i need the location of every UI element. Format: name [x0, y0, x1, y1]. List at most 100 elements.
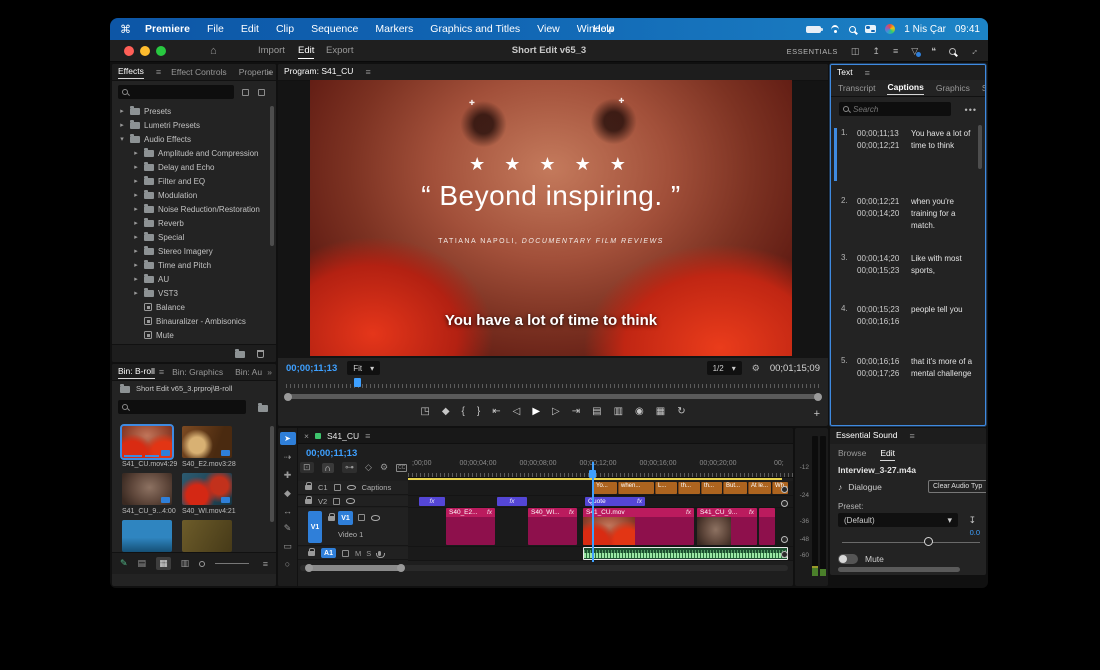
extract-button[interactable]: ▥: [614, 406, 623, 417]
hand-tool[interactable]: ○: [285, 559, 290, 569]
freeform-view-icon[interactable]: ▥: [181, 558, 190, 569]
add-marker-icon[interactable]: ◇: [365, 462, 372, 473]
panel-menu-icon[interactable]: ≡: [865, 68, 870, 78]
clip-name[interactable]: S40_E2.mov: [182, 461, 222, 468]
list-view-icon[interactable]: ▤: [138, 558, 147, 569]
linked-selection-toggle[interactable]: ⊶: [342, 462, 358, 473]
clip-thumbnail[interactable]: [182, 473, 232, 505]
apple-menu-icon[interactable]: ⌘: [120, 23, 131, 36]
effects-tree-item[interactable]: ▾ Audio Effects: [112, 132, 276, 146]
play-button[interactable]: ▶: [532, 406, 540, 417]
workspace-label[interactable]: ESSENTIALS: [787, 47, 838, 56]
nested-sequence-toggle[interactable]: ⊡: [300, 462, 314, 473]
effects-tree-item[interactable]: ▸ Stereo Imagery: [112, 244, 276, 258]
graphic-clip[interactable]: fx: [419, 497, 445, 506]
scrollbar-knob[interactable]: [397, 564, 405, 572]
caption-clip[interactable]: when...: [618, 482, 654, 494]
clip-thumbnail[interactable]: [122, 520, 172, 552]
chevron-icon[interactable]: ▸: [132, 233, 140, 241]
a1-track[interactable]: [408, 547, 793, 561]
sync-lock-icon[interactable]: [342, 549, 349, 557]
chevron-icon[interactable]: ▸: [132, 149, 140, 157]
program-scrollbar[interactable]: [284, 392, 822, 401]
caption-list-item[interactable]: 5. 00;00;16;16 00;00;17;26 that it's more…: [841, 356, 977, 380]
v1-track[interactable]: S40_E2... fx S40_WI... fx S41_CU.mov fx S41…: [408, 508, 793, 547]
solo-track-button[interactable]: S: [366, 549, 371, 558]
tab-effect-controls[interactable]: Effect Controls: [171, 67, 227, 77]
preset-dropdown[interactable]: (Default) ▾: [838, 513, 958, 527]
program-current-timecode[interactable]: 00;00;11;13: [286, 363, 337, 374]
bin-scrollbar[interactable]: [270, 426, 274, 522]
status-app-icon[interactable]: [885, 24, 896, 34]
sync-lock-icon[interactable]: [333, 497, 341, 505]
go-to-in-button[interactable]: ⇤: [492, 406, 500, 417]
caption-text[interactable]: that it's more of a mental challenge: [911, 356, 977, 380]
tab-overflow[interactable]: S4: [982, 83, 985, 93]
v1-track-header[interactable]: V1 V1 Video 1: [298, 508, 408, 546]
chevron-icon[interactable]: ▸: [132, 275, 140, 283]
captions-search-input[interactable]: [853, 104, 947, 114]
track-visibility-eye-icon[interactable]: [346, 484, 356, 491]
effects-search-input[interactable]: [132, 87, 230, 97]
scrollbar-knob[interactable]: [284, 392, 292, 401]
zoom-slider-handle[interactable]: [199, 560, 206, 567]
caption-track[interactable]: Yo... when... L... th... th... But... At…: [408, 481, 793, 496]
source-patch-v1[interactable]: V1: [308, 511, 322, 543]
menubar-time[interactable]: 09:41: [955, 24, 980, 35]
chevron-icon[interactable]: ▸: [132, 261, 140, 269]
effects-tree-item[interactable]: Balance: [112, 300, 276, 314]
tab-sequence[interactable]: S41_CU: [327, 431, 359, 441]
effects-scrollbar[interactable]: [270, 106, 274, 246]
track-target-v1[interactable]: V1: [338, 511, 353, 525]
compare-view-button[interactable]: ▦: [656, 406, 665, 417]
v2-track-header[interactable]: V2: [298, 495, 408, 507]
caption-list-item[interactable]: 2. 00;00;12;21 00;00;14;20 when you're tr…: [841, 196, 977, 232]
effects-search[interactable]: [118, 85, 234, 99]
tab-bin-graphics[interactable]: Bin: Graphics: [172, 367, 223, 377]
rectangle-tool[interactable]: ▭: [283, 541, 292, 552]
caption-clip[interactable]: th...: [701, 482, 722, 494]
bin-clip[interactable]: S40_WI.mov 4:21: [182, 473, 236, 515]
menu-file[interactable]: File: [207, 23, 224, 35]
chevron-icon[interactable]: ▸: [132, 219, 140, 227]
effects-tree-item[interactable]: ▸ Noise Reduction/Restoration: [112, 202, 276, 216]
control-center-icon[interactable]: [865, 25, 877, 33]
effects-tree-item[interactable]: ▸ Special: [112, 230, 276, 244]
video-clip[interactable]: S41_CU.mov fx: [583, 508, 694, 545]
share-icon[interactable]: ↥: [872, 46, 880, 57]
home-icon[interactable]: ⌂: [210, 45, 217, 57]
effects-tree-item[interactable]: ▸ Modulation: [112, 188, 276, 202]
loop-button[interactable]: ↻: [677, 406, 685, 417]
tab-captions[interactable]: Captions: [887, 82, 924, 95]
spotlight-search-icon[interactable]: [849, 25, 857, 33]
scrollbar-knob[interactable]: [305, 564, 313, 572]
track-resize-knob[interactable]: [781, 500, 788, 507]
32bit-effects-filter-icon[interactable]: [258, 89, 265, 96]
razor-tool[interactable]: ◆: [284, 488, 291, 499]
chevron-icon[interactable]: ▸: [132, 163, 140, 171]
timeline-ruler[interactable]: ;00;00 00;00;04;00 00;00;08;00 00;00;12;…: [408, 460, 793, 478]
tab-program[interactable]: Program: S41_CU: [284, 66, 353, 78]
menu-help[interactable]: Help: [593, 23, 615, 35]
effects-tree-item[interactable]: ▸ Presets: [112, 104, 276, 118]
video-clip[interactable]: S40_E2... fx: [446, 508, 495, 545]
new-bin-icon[interactable]: [235, 348, 245, 358]
step-forward-button[interactable]: ▷: [552, 406, 560, 417]
tab-es-edit[interactable]: Edit: [880, 448, 895, 461]
delete-icon[interactable]: [257, 349, 264, 358]
caption-text[interactable]: when you're training for a match.: [911, 196, 977, 232]
effects-tree-item[interactable]: Mute: [112, 328, 276, 342]
effects-tree-item[interactable]: ▸ Reverb: [112, 216, 276, 230]
bin-filter-icon[interactable]: [258, 403, 268, 412]
caption-list-item[interactable]: 1. 00;00;11;13 00;00;12;21 You have a lot…: [841, 128, 977, 152]
nav-export[interactable]: Export: [326, 45, 353, 56]
clip-name[interactable]: S41_CU.mov: [122, 461, 164, 468]
clip-name[interactable]: S40_WI.mov: [182, 508, 222, 515]
mute-track-button[interactable]: M: [355, 549, 361, 558]
nav-edit[interactable]: Edit: [298, 45, 315, 59]
effects-tree-item[interactable]: Binauralizer - Ambisonics: [112, 314, 276, 328]
bin-breadcrumb[interactable]: Short Edit v65_3.prproj\B-roll: [136, 384, 232, 393]
effects-tree-item[interactable]: ▸ AU: [112, 272, 276, 286]
zoom-level-dropdown[interactable]: Fit ▾: [347, 361, 381, 375]
battery-icon[interactable]: [806, 25, 824, 33]
